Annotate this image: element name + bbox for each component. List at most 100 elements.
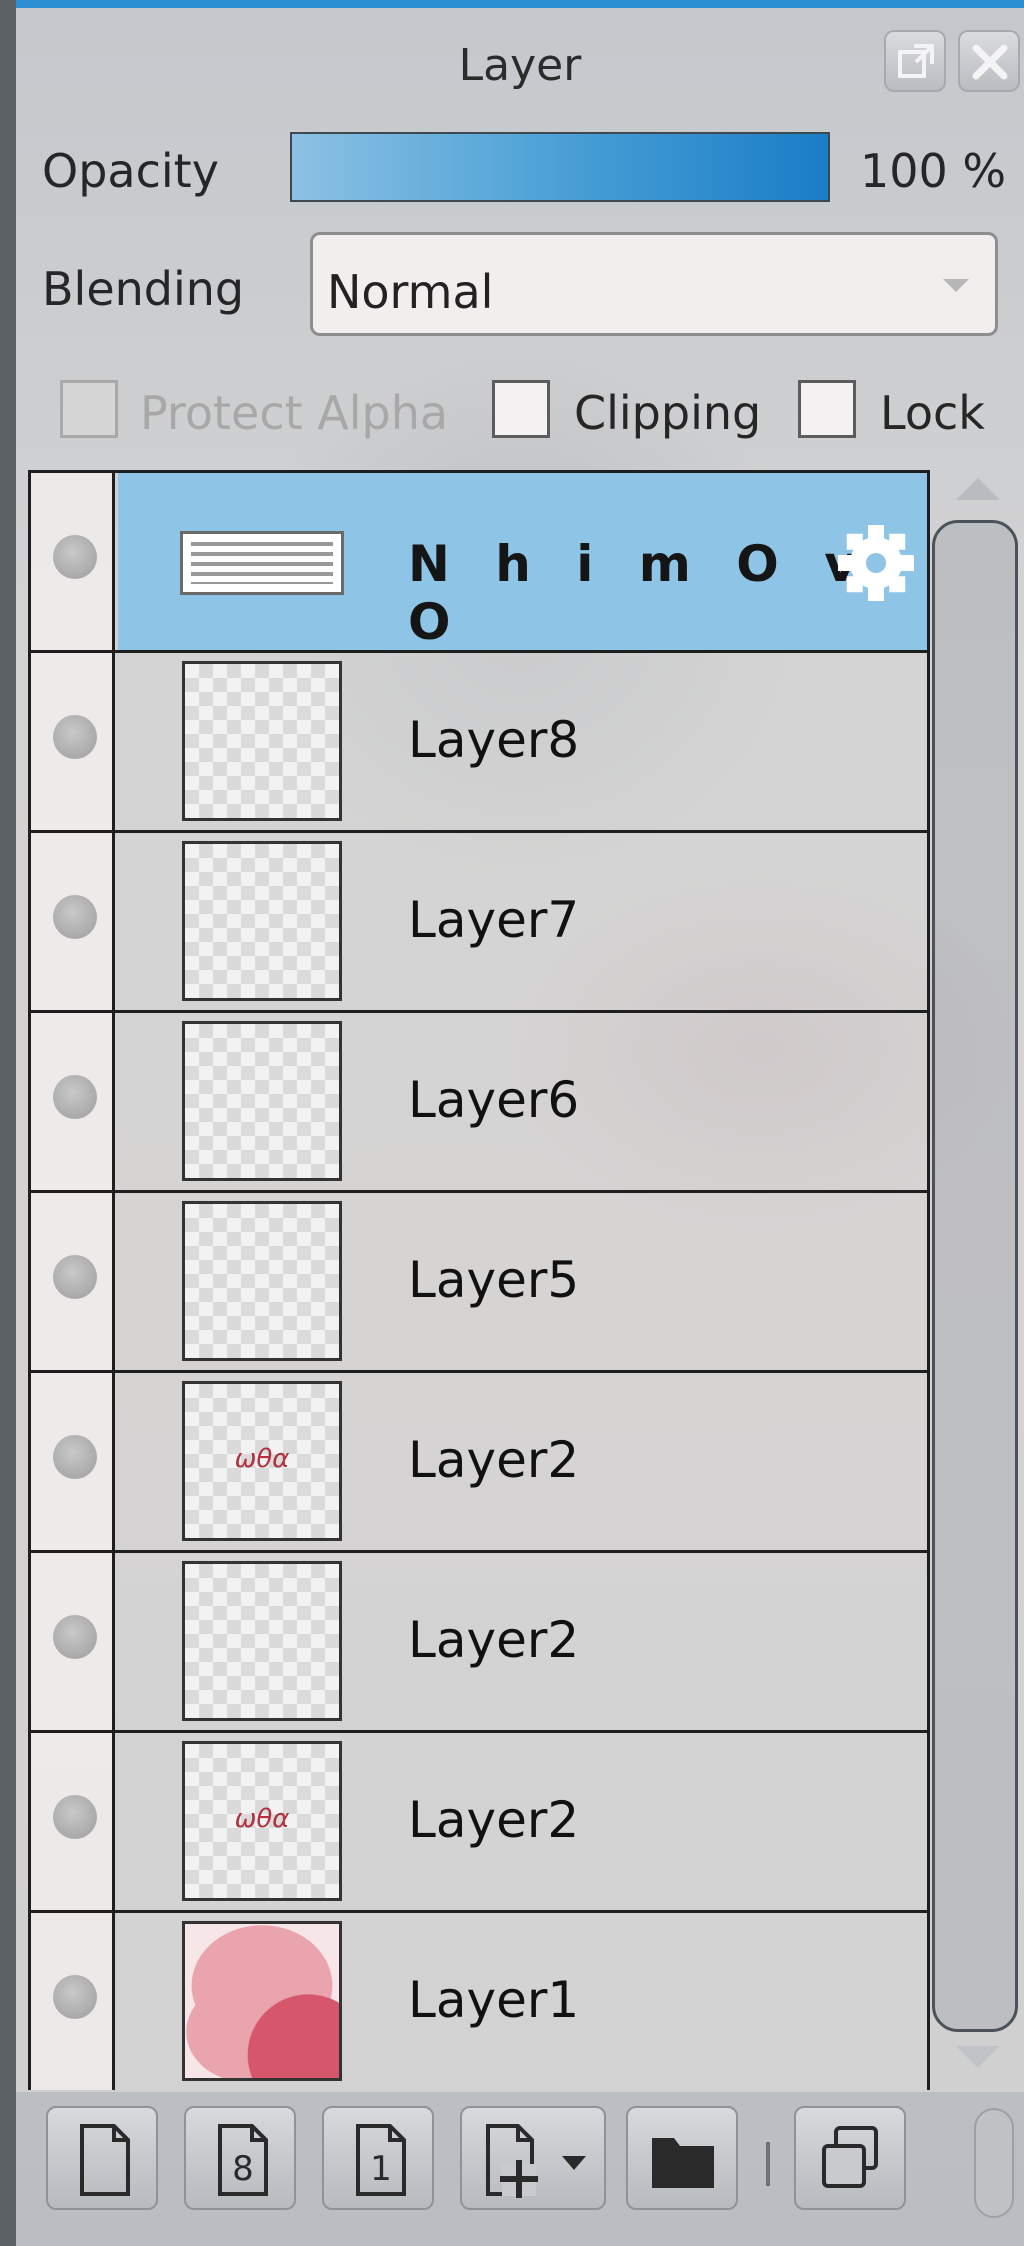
page-plus-dropdown-icon — [486, 2124, 586, 2198]
layer-row-body[interactable]: N h i m O v O — [118, 473, 927, 651]
toolbar-separator — [766, 2142, 770, 2186]
scroll-up-arrow-icon[interactable] — [956, 478, 1000, 500]
layer-thumbnail — [182, 1561, 342, 1721]
visibility-toggle[interactable] — [31, 1193, 115, 1370]
blending-select[interactable]: Normal — [310, 232, 998, 336]
visibility-toggle[interactable] — [31, 1553, 115, 1730]
layer-name: Layer2 — [408, 1431, 580, 1489]
layer-row-body[interactable]: Layer7 — [118, 833, 927, 1010]
layer-name: Layer5 — [408, 1251, 580, 1309]
layer-row-body[interactable]: ωθα Layer2 — [118, 1733, 927, 1910]
layer-row[interactable]: ωθα Layer2 — [31, 1733, 927, 1913]
layer-list-scroll-thumb[interactable] — [932, 520, 1018, 2032]
layer-thumbnail — [182, 1921, 342, 2081]
layer-row[interactable]: Layer2 — [31, 1553, 927, 1733]
opacity-slider[interactable] — [290, 132, 830, 202]
layer-row[interactable]: Layer6 — [31, 1013, 927, 1193]
visibility-dot-icon — [53, 1615, 97, 1659]
gear-icon[interactable] — [836, 523, 916, 603]
layer-row[interactable]: Layer1 — [31, 1913, 927, 2090]
layer-row-body[interactable]: Layer5 — [118, 1193, 927, 1370]
panel-titlebar[interactable]: Layer — [16, 8, 1024, 118]
thumbnail-content — [191, 542, 333, 584]
visibility-dot-icon — [53, 1255, 97, 1299]
visibility-dot-icon — [53, 1435, 97, 1479]
duplicate-layer-button[interactable] — [794, 2106, 906, 2210]
layer-row-body[interactable]: Layer8 — [118, 653, 927, 830]
page-icon — [80, 2124, 130, 2196]
new-folder-button[interactable] — [626, 2106, 738, 2210]
layer-name: Layer2 — [408, 1791, 580, 1849]
page-8-icon: 8 — [218, 2124, 268, 2196]
popout-button[interactable] — [884, 30, 946, 92]
layer-name: Layer1 — [408, 1971, 580, 2029]
opacity-value: 100 % — [860, 144, 1007, 198]
visibility-dot-icon — [53, 715, 97, 759]
layer-list[interactable]: N h i m O v O Layer8 Layer7 Layer6 Layer5 ωθα… — [28, 470, 930, 2090]
layer-name: Layer2 — [408, 1611, 580, 1669]
layer-thumbnail — [182, 1021, 342, 1181]
layer-row-body[interactable]: Layer1 — [118, 1913, 927, 2090]
protect-alpha-label: Protect Alpha — [140, 386, 449, 440]
folder-icon — [652, 2138, 714, 2188]
visibility-toggle[interactable] — [31, 1013, 115, 1190]
panel-title: Layer — [458, 40, 582, 91]
blending-label: Blending — [42, 262, 245, 316]
panel-accent-bar — [16, 0, 1024, 8]
chevron-down-icon — [943, 279, 969, 292]
lock-checkbox[interactable] — [798, 380, 856, 438]
close-button[interactable] — [958, 30, 1020, 92]
toolbar-scroll-handle[interactable] — [974, 2108, 1014, 2218]
close-icon — [972, 44, 1008, 80]
new-1bit-layer-button[interactable]: 1 — [322, 2106, 434, 2210]
lock-label: Lock — [880, 386, 985, 440]
thumbnail-text: ωθα — [234, 1804, 290, 1834]
add-layer-menu-button[interactable] — [460, 2106, 606, 2210]
visibility-dot-icon — [53, 1975, 97, 2019]
page-1-icon: 1 — [356, 2124, 406, 2196]
layer-row[interactable]: Layer5 — [31, 1193, 927, 1373]
layer-thumbnail: ωθα — [182, 1381, 342, 1541]
visibility-dot-icon — [53, 1075, 97, 1119]
layer-row-body[interactable]: Layer2 — [118, 1553, 927, 1730]
visibility-dot-icon — [53, 535, 97, 579]
visibility-toggle[interactable] — [31, 653, 115, 830]
layer-row-active[interactable]: N h i m O v O — [31, 473, 927, 653]
opacity-slider-fill — [292, 134, 828, 200]
canvas-edge — [0, 0, 16, 2246]
new-8bit-layer-button[interactable]: 8 — [184, 2106, 296, 2210]
blending-selected-value: Normal — [327, 265, 494, 319]
scroll-down-arrow-icon[interactable] — [956, 2046, 1000, 2068]
layer-name: Layer7 — [408, 891, 580, 949]
duplicate-icon — [822, 2126, 878, 2188]
visibility-toggle[interactable] — [31, 1913, 115, 2090]
layer-row-body[interactable]: ωθα Layer2 — [118, 1373, 927, 1550]
layer-thumbnail — [182, 661, 342, 821]
layer-row-body[interactable]: Layer6 — [118, 1013, 927, 1190]
visibility-toggle[interactable] — [31, 1733, 115, 1910]
visibility-toggle[interactable] — [31, 1373, 115, 1550]
visibility-toggle[interactable] — [31, 833, 115, 1010]
opacity-label: Opacity — [42, 144, 219, 198]
layer-row[interactable]: Layer7 — [31, 833, 927, 1013]
visibility-toggle[interactable] — [31, 473, 115, 650]
layer-row[interactable]: ωθα Layer2 — [31, 1373, 927, 1553]
visibility-dot-icon — [53, 1795, 97, 1839]
visibility-dot-icon — [53, 895, 97, 939]
protect-alpha-checkbox[interactable] — [60, 380, 118, 438]
svg-text:8: 8 — [232, 2149, 254, 2189]
layer-thumbnail — [180, 531, 344, 595]
layer-thumbnail — [182, 841, 342, 1001]
thumbnail-text: ωθα — [234, 1444, 290, 1474]
layer-name: Layer6 — [408, 1071, 580, 1129]
layer-thumbnail: ωθα — [182, 1741, 342, 1901]
new-layer-button[interactable] — [46, 2106, 158, 2210]
layer-panel: Layer Opacity 100 % Blending Normal Prot… — [0, 0, 1024, 2246]
layer-thumbnail — [182, 1201, 342, 1361]
svg-text:1: 1 — [370, 2149, 392, 2189]
layer-toolbar: 8 1 — [16, 2092, 1024, 2246]
layer-row[interactable]: Layer8 — [31, 653, 927, 833]
popout-icon — [898, 44, 934, 78]
clipping-checkbox[interactable] — [492, 380, 550, 438]
layer-name: Layer8 — [408, 711, 580, 769]
